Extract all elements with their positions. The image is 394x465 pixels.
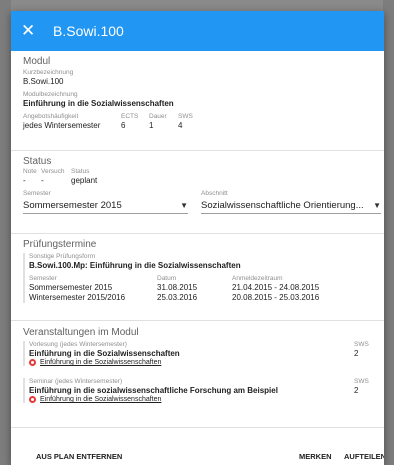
pruefung-section: Prüfungstermine Sonstige Prüfungsform B.… — [11, 234, 384, 320]
abschnitt-select[interactable]: Sozialwissenschaftliche Orientierung... … — [201, 198, 381, 214]
dauer-label: Dauer — [149, 113, 167, 120]
cell-datum: 31.08.2015 — [157, 283, 198, 292]
veranst-link-label: Einführung in die Sozialwissenschaften — [40, 396, 162, 403]
module-dialog: ✕ B.Sowi.100 Modul Kurzbezeichnung B.Sow… — [11, 11, 384, 465]
veranst-sws-value: 2 — [354, 386, 359, 395]
versuch-value: - — [41, 176, 44, 185]
haeuf-value: jedes Wintersemester — [23, 121, 101, 130]
semester-select[interactable]: Sommersemester 2015 ▼ — [23, 198, 188, 214]
cell-anmeld: 20.08.2015 - 25.03.2016 — [232, 293, 320, 302]
col-semester: Semester — [29, 275, 57, 282]
kurz-label: Kurzbezeichnung — [23, 69, 74, 76]
sws-value: 4 — [178, 121, 183, 130]
versuch-label: Versuch — [41, 168, 65, 175]
veranst-link[interactable]: Einführung in die Sozialwissenschaften — [29, 359, 372, 366]
modul-section: Modul Kurzbezeichnung B.Sowi.100 Modulbe… — [11, 51, 384, 150]
merken-button[interactable]: MERKEN — [299, 452, 332, 461]
col-anmeld: Anmeldezeitraum — [232, 275, 283, 282]
section-title-status: Status — [23, 156, 52, 167]
abschnitt-label: Abschnitt — [201, 190, 228, 197]
status-section: Status Note - Versuch - Status geplant S… — [11, 151, 384, 233]
backdrop-right — [383, 0, 394, 465]
ects-value: 6 — [121, 121, 126, 130]
bez-value: Einführung in die Sozialwissenschaften — [23, 99, 174, 108]
note-value: - — [23, 176, 26, 185]
pruefung-card: Sonstige Prüfungsform B.Sowi.100.Mp: Ein… — [23, 253, 372, 303]
dialog-title: B.Sowi.100 — [53, 23, 124, 39]
backdrop-left — [0, 0, 11, 465]
sws-label: SWS — [178, 113, 193, 120]
cell-semester: Sommersemester 2015 — [29, 283, 113, 292]
veranst-sws-label: SWS — [354, 341, 369, 348]
veranst-sws-value: 2 — [354, 349, 359, 358]
form-label: Sonstige Prüfungsform — [29, 253, 96, 260]
ects-label: ECTS — [121, 113, 139, 120]
table-row: Sommersemester 2015 31.08.2015 21.04.201… — [29, 283, 372, 293]
cell-semester: Wintersemester 2015/2016 — [29, 293, 126, 302]
veranst-title: Einführung in die sozialwissenschaftlich… — [29, 386, 278, 395]
note-label: Note — [23, 168, 37, 175]
remove-from-plan-button[interactable]: AUS PLAN ENTFERNEN — [36, 452, 122, 461]
record-icon — [29, 359, 36, 366]
dialog-header: ✕ B.Sowi.100 — [11, 11, 384, 51]
col-datum: Datum — [157, 275, 177, 282]
veranst-type: Vorlesung (jedes Wintersemester) — [29, 341, 127, 348]
dropdown-arrow-icon: ▼ — [180, 201, 188, 210]
aufteilen-button[interactable]: AUFTEILEN — [344, 452, 384, 461]
dropdown-arrow-icon: ▼ — [373, 201, 381, 210]
close-icon[interactable]: ✕ — [21, 21, 41, 41]
veranst-card: Vorlesung (jedes Wintersemester) Einführ… — [23, 341, 372, 366]
dialog-actions: AUS PLAN ENTFERNEN MERKEN AUFTEILEN — [11, 445, 384, 465]
form-value: B.Sowi.100.Mp: Einführung in die Sozialw… — [29, 261, 241, 270]
cell-datum: 25.03.2016 — [157, 293, 198, 302]
semester-label: Semester — [23, 190, 51, 197]
status-value: geplant — [71, 176, 98, 185]
kurz-value: B.Sowi.100 — [23, 77, 64, 86]
cell-anmeld: 21.04.2015 - 24.08.2015 — [232, 283, 320, 292]
table-row: Wintersemester 2015/2016 25.03.2016 20.0… — [29, 293, 372, 303]
veranst-title: Einführung in die Sozialwissenschaften — [29, 349, 180, 358]
haeuf-label: Angebotshäufigkeit — [23, 113, 79, 120]
veranst-link[interactable]: Einführung in die Sozialwissenschaften — [29, 396, 372, 403]
semester-value: Sommersemester 2015 — [23, 200, 122, 211]
veranst-link-label: Einführung in die Sozialwissenschaften — [40, 359, 162, 366]
status-label: Status — [71, 168, 90, 175]
divider — [11, 427, 384, 428]
section-title-pruefung: Prüfungstermine — [23, 239, 97, 250]
abschnitt-value: Sozialwissenschaftliche Orientierung... — [201, 200, 364, 211]
dauer-value: 1 — [149, 121, 154, 130]
veranst-section: Veranstaltungen im Modul Vorlesung (jede… — [11, 321, 384, 427]
section-title-veranst: Veranstaltungen im Modul — [23, 327, 139, 338]
bez-label: Modulbezeichnung — [23, 91, 78, 98]
record-icon — [29, 396, 36, 403]
veranst-card: Seminar (jedes Wintersemester) Einführun… — [23, 378, 372, 403]
veranst-sws-label: SWS — [354, 378, 369, 385]
section-title-modul: Modul — [23, 56, 51, 67]
veranst-type: Seminar (jedes Wintersemester) — [29, 378, 123, 385]
